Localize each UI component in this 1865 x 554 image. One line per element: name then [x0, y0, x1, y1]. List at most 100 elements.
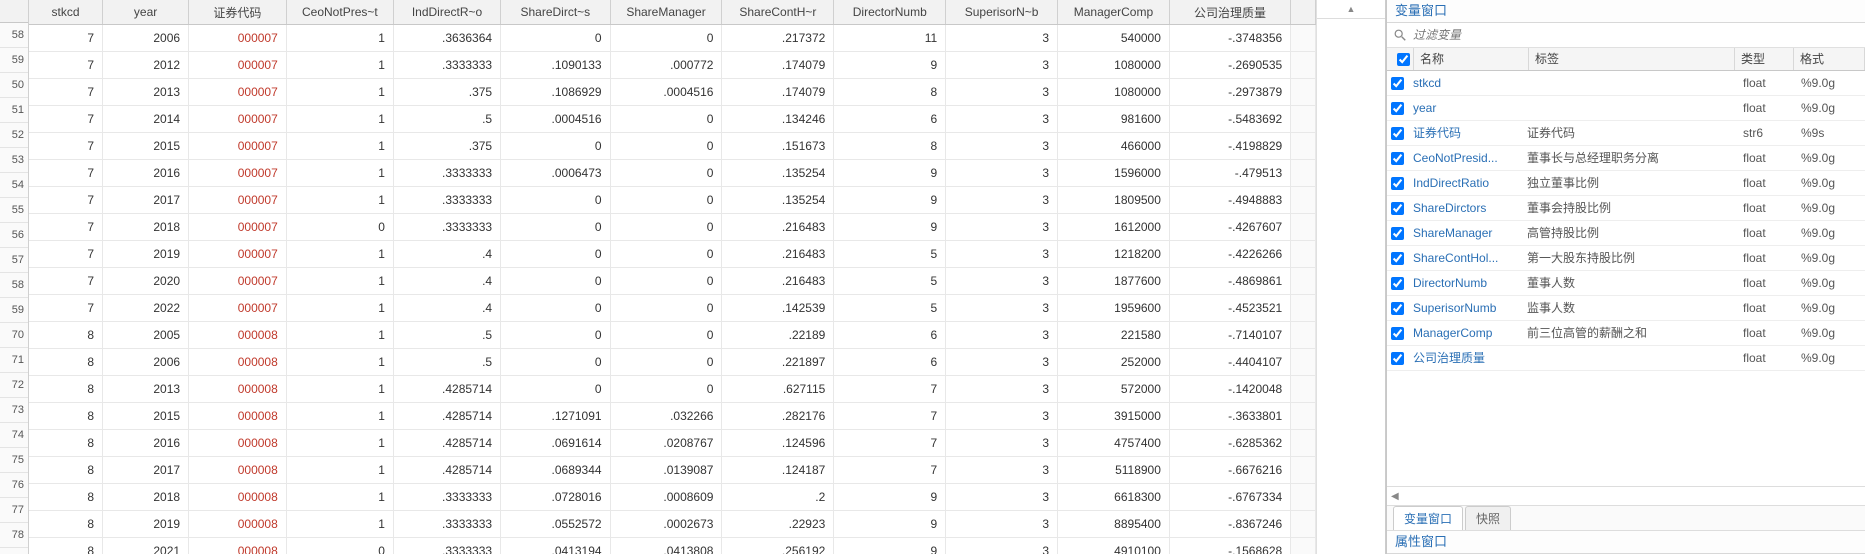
- cell[interactable]: .5: [393, 106, 500, 133]
- cell[interactable]: -.4948883: [1169, 187, 1290, 214]
- row-number[interactable]: 72: [0, 373, 28, 398]
- cell[interactable]: 0: [610, 295, 722, 322]
- variable-checkbox[interactable]: [1387, 71, 1407, 95]
- table-row[interactable]: 820210000080.3333333.0413194.0413808.256…: [29, 538, 1316, 554]
- cell[interactable]: 7: [29, 79, 103, 106]
- cell[interactable]: 981600: [1058, 106, 1170, 133]
- cell[interactable]: .135254: [722, 187, 834, 214]
- cell[interactable]: 3: [946, 241, 1058, 268]
- cell[interactable]: .4285714: [393, 430, 500, 457]
- cell[interactable]: 2016: [103, 430, 189, 457]
- filter-input[interactable]: [1411, 27, 1859, 43]
- cell[interactable]: 4757400: [1058, 430, 1170, 457]
- cell[interactable]: 0: [610, 133, 722, 160]
- cell[interactable]: 6: [834, 349, 946, 376]
- scroll-up-icon[interactable]: ▲: [1317, 0, 1385, 19]
- cell[interactable]: 8: [29, 484, 103, 511]
- cell[interactable]: 000008: [189, 511, 287, 538]
- cell[interactable]: 0: [501, 187, 611, 214]
- variable-checkbox[interactable]: [1387, 346, 1407, 370]
- table-row[interactable]: 720140000071.5.00045160.13424663981600-.…: [29, 106, 1316, 133]
- cell[interactable]: .5: [393, 322, 500, 349]
- variable-checkbox[interactable]: [1387, 146, 1407, 170]
- variable-row[interactable]: ShareDirctors董事会持股比例float%9.0g: [1387, 196, 1865, 221]
- cell[interactable]: -.5483692: [1169, 106, 1290, 133]
- cell[interactable]: 6: [834, 322, 946, 349]
- cell[interactable]: 7: [29, 52, 103, 79]
- vertical-scrollbar[interactable]: ▲: [1316, 0, 1385, 554]
- cell[interactable]: .3333333: [393, 214, 500, 241]
- cell[interactable]: 1: [286, 25, 393, 52]
- cell[interactable]: 9: [834, 511, 946, 538]
- table-row[interactable]: 820160000081.4285714.0691614.0208767.124…: [29, 430, 1316, 457]
- header-checkbox[interactable]: [1387, 48, 1414, 70]
- cell[interactable]: 1: [286, 52, 393, 79]
- tab-snapshot[interactable]: 快照: [1465, 506, 1511, 530]
- cell[interactable]: -.6285362: [1169, 430, 1290, 457]
- cell[interactable]: 2016: [103, 160, 189, 187]
- variable-checkbox[interactable]: [1387, 196, 1407, 220]
- variable-row[interactable]: yearfloat%9.0g: [1387, 96, 1865, 121]
- cell[interactable]: 2006: [103, 25, 189, 52]
- cell[interactable]: 000007: [189, 241, 287, 268]
- cell[interactable]: -.1568628: [1169, 538, 1290, 554]
- cell[interactable]: 5: [834, 268, 946, 295]
- cell[interactable]: 1: [286, 160, 393, 187]
- cell[interactable]: .0008609: [610, 484, 722, 511]
- cell[interactable]: 1: [286, 484, 393, 511]
- cell[interactable]: .0413808: [610, 538, 722, 554]
- cell[interactable]: 9: [834, 187, 946, 214]
- cell[interactable]: 1: [286, 241, 393, 268]
- cell[interactable]: .0004516: [610, 79, 722, 106]
- cell[interactable]: 1: [286, 268, 393, 295]
- row-number[interactable]: 75: [0, 448, 28, 473]
- cell[interactable]: .282176: [722, 403, 834, 430]
- cell[interactable]: 000008: [189, 430, 287, 457]
- cell[interactable]: -.4226266: [1169, 241, 1290, 268]
- row-number[interactable]: 53: [0, 148, 28, 173]
- cell[interactable]: .0728016: [501, 484, 611, 511]
- cell[interactable]: 0: [501, 268, 611, 295]
- cell[interactable]: 1: [286, 295, 393, 322]
- cell[interactable]: .22189: [722, 322, 834, 349]
- table-row[interactable]: 720200000071.400.216483531877600-.486986…: [29, 268, 1316, 295]
- cell[interactable]: 3: [946, 106, 1058, 133]
- cell[interactable]: 2006: [103, 349, 189, 376]
- cell[interactable]: 0: [286, 538, 393, 554]
- cell[interactable]: .216483: [722, 268, 834, 295]
- cell[interactable]: 5: [834, 295, 946, 322]
- cell[interactable]: .124187: [722, 457, 834, 484]
- cell[interactable]: 8895400: [1058, 511, 1170, 538]
- cell[interactable]: 7: [834, 376, 946, 403]
- cell[interactable]: .217372: [722, 25, 834, 52]
- cell[interactable]: 7: [29, 214, 103, 241]
- table-row[interactable]: 820180000081.3333333.0728016.0008609.293…: [29, 484, 1316, 511]
- row-number[interactable]: 74: [0, 423, 28, 448]
- cell[interactable]: .216483: [722, 241, 834, 268]
- cell[interactable]: -.3633801: [1169, 403, 1290, 430]
- cell[interactable]: 2018: [103, 484, 189, 511]
- column-header[interactable]: 证券代码: [189, 0, 287, 25]
- cell[interactable]: 2017: [103, 187, 189, 214]
- cell[interactable]: 0: [610, 241, 722, 268]
- column-header[interactable]: ShareContH~r: [722, 0, 834, 25]
- cell[interactable]: 5: [834, 241, 946, 268]
- cell[interactable]: .1086929: [501, 79, 611, 106]
- data-grid[interactable]: stkcdyear证券代码CeoNotPres~tIndDirectR~oSha…: [29, 0, 1316, 554]
- cell[interactable]: 8: [29, 430, 103, 457]
- table-row[interactable]: 720220000071.400.142539531959600-.452352…: [29, 295, 1316, 322]
- row-number[interactable]: 59: [0, 48, 28, 73]
- cell[interactable]: 1: [286, 133, 393, 160]
- header-format[interactable]: 格式: [1794, 48, 1865, 70]
- cell[interactable]: .256192: [722, 538, 834, 554]
- variable-checkbox[interactable]: [1387, 271, 1407, 295]
- cell[interactable]: .1271091: [501, 403, 611, 430]
- table-row[interactable]: 720130000071.375.1086929.0004516.1740798…: [29, 79, 1316, 106]
- cell[interactable]: 1218200: [1058, 241, 1170, 268]
- variable-checkbox[interactable]: [1387, 221, 1407, 245]
- cell[interactable]: .375: [393, 79, 500, 106]
- cell[interactable]: 0: [501, 349, 611, 376]
- cell[interactable]: .000772: [610, 52, 722, 79]
- cell[interactable]: .3333333: [393, 538, 500, 554]
- variable-checkbox[interactable]: [1387, 321, 1407, 345]
